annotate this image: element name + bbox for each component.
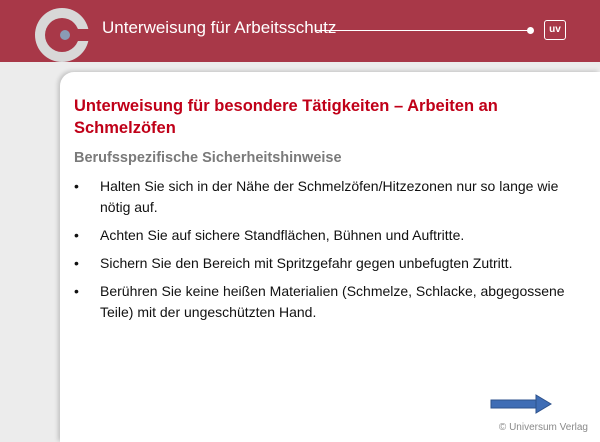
- bullet-text: Berühren Sie keine heißen Materialien (S…: [100, 283, 565, 320]
- bullet-marker: •: [74, 178, 79, 194]
- header-divider-dot: [527, 27, 534, 34]
- list-item: • Achten Sie auf sichere Standflächen, B…: [74, 225, 574, 246]
- bullet-marker: •: [74, 227, 79, 243]
- list-item: • Halten Sie sich in der Nähe der Schmel…: [74, 176, 574, 218]
- list-item: • Berühren Sie keine heißen Materialien …: [74, 281, 574, 323]
- uv-logo-badge: uv: [544, 20, 566, 40]
- header-title: Unterweisung für Arbeitsschutz: [102, 18, 337, 37]
- header-divider-line: [316, 30, 530, 31]
- bullet-text: Achten Sie auf sichere Standflächen, Büh…: [100, 227, 465, 243]
- bullet-marker: •: [74, 283, 79, 299]
- bullet-text: Halten Sie sich in der Nähe der Schmelzö…: [100, 178, 559, 215]
- arrow-right-icon[interactable]: [490, 394, 552, 414]
- slide-subtitle: Berufsspezifische Sicherheitshinweise: [74, 150, 342, 166]
- bullet-text: Sichern Sie den Bereich mit Spritzgefahr…: [100, 255, 513, 271]
- bullet-marker: •: [74, 255, 79, 271]
- copyright-text: © Universum Verlag: [498, 422, 588, 433]
- left-rail: [0, 62, 60, 442]
- list-item: • Sichern Sie den Bereich mit Spritzgefa…: [74, 253, 574, 274]
- header-bar: Unterweisung für Arbeitsschutz uv: [0, 0, 600, 62]
- slide-title: Unterweisung für besondere Tätigkeiten –…: [74, 97, 498, 137]
- circle-logo-icon: [35, 8, 92, 62]
- bullet-list: • Halten Sie sich in der Nähe der Schmel…: [74, 176, 574, 330]
